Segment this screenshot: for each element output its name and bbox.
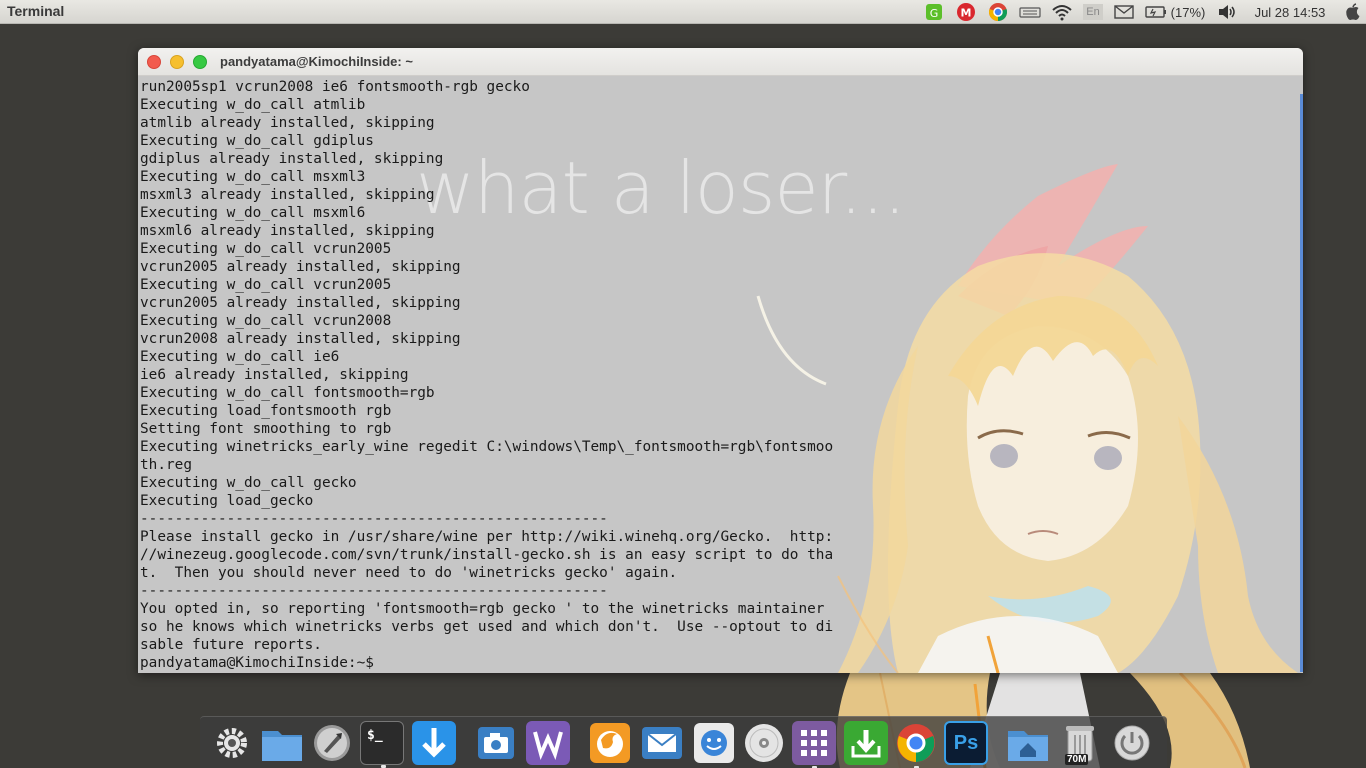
maximize-button[interactable]: [193, 55, 207, 69]
battery-percentage: (17%): [1170, 4, 1206, 20]
clock-datetime: Jul 28 14:53: [1254, 4, 1326, 20]
terminal-line: vcrun2005 already installed, skipping: [140, 295, 461, 311]
wifi-icon[interactable]: [1046, 0, 1078, 24]
terminal-line: Executing w_do_call vcrun2008: [140, 313, 392, 329]
writer-icon[interactable]: [526, 721, 570, 765]
terminal-line: //winezeug.googlecode.com/svn/trunk/inst…: [140, 547, 834, 563]
terminal-line: pandyatama@KimochiInside:~$: [140, 655, 383, 671]
active-app-title: Terminal: [7, 3, 65, 19]
photoshop-icon[interactable]: Ps: [944, 721, 988, 765]
mail-icon[interactable]: [1108, 0, 1140, 24]
terminal-line: msxml6 already installed, skipping: [140, 223, 435, 239]
dock: $_ Ps 70M: [200, 716, 1167, 768]
greenlight-icon[interactable]: G: [918, 0, 950, 24]
terminal-line: You opted in, so reporting 'fontsmooth=r…: [140, 601, 825, 617]
terminal-line: ie6 already installed, skipping: [140, 367, 409, 383]
update-manager-icon[interactable]: [844, 721, 888, 765]
terminal-line: run2005sp1 vcrun2008 ie6 fontsmooth-rgb …: [140, 79, 530, 95]
system-settings-icon[interactable]: [210, 721, 254, 765]
terminal-icon[interactable]: $_: [360, 721, 404, 768]
download-icon[interactable]: [412, 721, 456, 765]
apple-icon[interactable]: [1340, 0, 1366, 24]
files-icon[interactable]: [260, 721, 304, 765]
chrome-icon[interactable]: [982, 0, 1014, 24]
terminal-line: ----------------------------------------…: [140, 511, 608, 527]
volume-icon[interactable]: [1214, 0, 1240, 24]
terminal-body[interactable]: what a loser... run2005sp1 vcrun2008 ie6…: [138, 76, 1303, 673]
keyboard-icon[interactable]: [1014, 0, 1046, 24]
top-panel: Terminal G M En (17%) Jul 28 14:53: [0, 0, 1366, 24]
terminal-line: Executing w_do_call ie6: [140, 349, 340, 365]
terminal-line: Please install gecko in /usr/share/wine …: [140, 529, 834, 545]
terminal-line: Executing w_do_call msxml3: [140, 169, 366, 185]
terminal-output[interactable]: run2005sp1 vcrun2008 ie6 fontsmooth-rgb …: [140, 78, 865, 672]
messenger-icon[interactable]: [692, 721, 736, 765]
chrome-icon[interactable]: [894, 721, 938, 768]
terminal-line: Executing w_do_call gecko: [140, 475, 357, 491]
terminal-line: msxml3 already installed, skipping: [140, 187, 435, 203]
firefox-icon[interactable]: [588, 721, 632, 765]
clock[interactable]: Jul 28 14:53: [1240, 0, 1340, 24]
screenshot-camera-icon[interactable]: [474, 721, 518, 765]
battery-indicator[interactable]: (17%): [1140, 0, 1214, 24]
terminal-scrollbar[interactable]: [1300, 94, 1303, 672]
mail-icon[interactable]: [640, 721, 684, 765]
home-folder-icon[interactable]: [1006, 721, 1050, 765]
terminal-line: th.reg: [140, 457, 192, 473]
terminal-line: Executing winetricks_early_wine regedit …: [140, 439, 834, 455]
mega-icon[interactable]: M: [950, 0, 982, 24]
trash-size-label: 70M: [1065, 754, 1089, 765]
terminal-line: Executing w_do_call gdiplus: [140, 133, 374, 149]
minimize-button[interactable]: [170, 55, 184, 69]
terminal-line: Setting font smoothing to rgb: [140, 421, 392, 437]
terminal-line: t. Then you should never need to do 'win…: [140, 565, 678, 581]
terminal-line: vcrun2005 already installed, skipping: [140, 259, 461, 275]
terminal-line: vcrun2008 already installed, skipping: [140, 331, 461, 347]
close-button[interactable]: [147, 55, 161, 69]
apps-grid-icon[interactable]: [792, 721, 836, 768]
launchpad-rocket-icon[interactable]: [310, 721, 354, 765]
window-title: pandyatama@KimochiInside: ~: [220, 54, 413, 69]
terminal-line: sable future reports.: [140, 637, 322, 653]
terminal-line: atmlib already installed, skipping: [140, 115, 435, 131]
terminal-line: gdiplus already installed, skipping: [140, 151, 444, 167]
terminal-line: ----------------------------------------…: [140, 583, 608, 599]
terminal-line: Executing w_do_call msxml6: [140, 205, 366, 221]
keyboard-layout-icon[interactable]: En: [1078, 0, 1108, 24]
shutdown-icon[interactable]: [1110, 721, 1154, 765]
battery-icon: [1144, 6, 1166, 18]
terminal-line: Executing load_gecko: [140, 493, 314, 509]
terminal-line: Executing w_do_call vcrun2005: [140, 277, 392, 293]
trash-icon[interactable]: 70M: [1058, 721, 1102, 765]
terminal-line: so he knows which winetricks verbs get u…: [140, 619, 834, 635]
indicator-area: G M En (17%) Jul 28 14:53: [918, 0, 1366, 24]
terminal-line: Executing w_do_call atmlib: [140, 97, 366, 113]
terminal-line: Executing w_do_call vcrun2005: [140, 241, 392, 257]
terminal-window[interactable]: pandyatama@KimochiInside: ~ what a loser…: [138, 48, 1303, 673]
svg-text:G: G: [930, 7, 939, 20]
svg-text:M: M: [961, 7, 972, 20]
disc-icon[interactable]: [742, 721, 786, 765]
window-title-bar[interactable]: pandyatama@KimochiInside: ~: [138, 48, 1303, 76]
terminal-line: Executing w_do_call fontsmooth=rgb: [140, 385, 435, 401]
keyboard-layout-label: En: [1083, 4, 1103, 20]
terminal-line: Executing load_fontsmooth rgb: [140, 403, 392, 419]
